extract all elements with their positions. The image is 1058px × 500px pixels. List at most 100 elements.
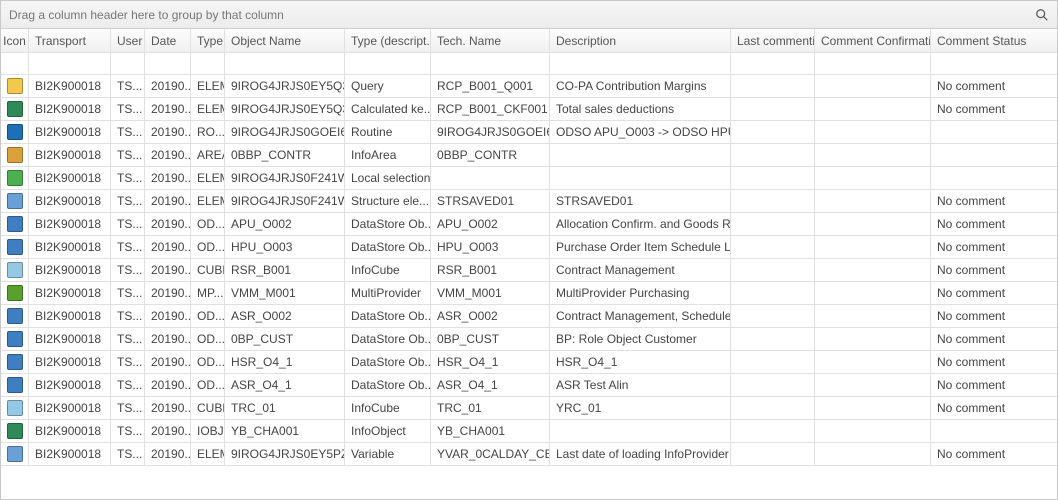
cell [731,374,815,396]
table-row[interactable]: BI2K900018TS...20190...IOBJYB_CHA001Info… [1,420,1057,443]
cell: VMM_M001 [431,282,550,304]
column-headers: Icon Transport User Date Type Object Nam… [1,29,1057,53]
table-row[interactable]: BI2K900018TS...20190...OD...0BP_CUSTData… [1,328,1057,351]
cell: YB_CHA001 [431,420,550,442]
query-icon [7,78,23,94]
cell: Contract Management, Schedule ... [550,305,731,327]
dso-icon [7,216,23,232]
header-object-name[interactable]: Object Name [225,29,345,52]
cell: 9IROG4JRJS0EY5Q3... [225,98,345,120]
header-type[interactable]: Type [191,29,225,52]
cell [731,75,815,97]
cell: BI2K900018 [29,328,111,350]
filter-comment-confirm[interactable] [817,55,928,73]
filter-transport[interactable] [31,55,108,73]
cell: BP: Role Object Customer [550,328,731,350]
table-row[interactable]: BI2K900018TS...20190...ELEM9IROG4JRJS0F2… [1,190,1057,213]
header-description[interactable]: Description [550,29,731,52]
header-icon[interactable]: Icon [1,29,29,52]
cube-icon [7,262,23,278]
filter-last-comment[interactable] [733,55,812,73]
header-transport[interactable]: Transport [29,29,111,52]
cell: BI2K900018 [29,75,111,97]
table-row[interactable]: BI2K900018TS...20190...OD...ASR_O4_1Data… [1,374,1057,397]
cell [815,282,931,304]
cell: Query [345,75,431,97]
cell [1,443,29,465]
cell [1,351,29,373]
cell: BI2K900018 [29,420,111,442]
table-row[interactable]: BI2K900018TS...20190...AREA0BBP_CONTRInf… [1,144,1057,167]
search-icon[interactable] [1035,8,1049,22]
cell [550,420,731,442]
filter-object-name[interactable] [227,55,342,73]
mprov-icon [7,285,23,301]
table-row[interactable]: BI2K900018TS...20190...MP...VMM_M001Mult… [1,282,1057,305]
table-row[interactable]: BI2K900018TS...20190...CUBETRC_01InfoCub… [1,397,1057,420]
cell: MultiProvider [345,282,431,304]
table-row[interactable]: BI2K900018TS...20190...RO...9IROG4JRJS0G… [1,121,1057,144]
cell: BI2K900018 [29,167,111,189]
cell [731,236,815,258]
cell: AREA [191,144,225,166]
table-row[interactable]: BI2K900018TS...20190...ELEM9IROG4JRJS0EY… [1,443,1057,466]
cell [931,420,1057,442]
cell: No comment [931,328,1057,350]
table-row[interactable]: BI2K900018TS...20190...OD...ASR_O002Data… [1,305,1057,328]
localSel-icon [7,170,23,186]
cell: MultiProvider Purchasing [550,282,731,304]
cell: TS... [111,328,145,350]
cell: No comment [931,259,1057,281]
cell: TS... [111,144,145,166]
cell: ELEM [191,75,225,97]
filter-tech-name[interactable] [433,55,547,73]
cell: InfoObject [345,420,431,442]
table-row[interactable]: BI2K900018TS...20190...ELEM9IROG4JRJS0EY… [1,98,1057,121]
table-row[interactable]: BI2K900018TS...20190...ELEM9IROG4JRJS0EY… [1,75,1057,98]
table-row[interactable]: BI2K900018TS...20190...OD...HSR_O4_1Data… [1,351,1057,374]
cell: IOBJ [191,420,225,442]
filter-type[interactable] [193,55,222,73]
cell: TS... [111,420,145,442]
cell: 20190... [145,213,191,235]
cell: TS... [111,190,145,212]
filter-icon[interactable] [3,55,26,73]
cell: 20190... [145,190,191,212]
filter-type-desc[interactable] [347,55,428,73]
cell: No comment [931,397,1057,419]
filter-description[interactable] [552,55,728,73]
cell: OD... [191,351,225,373]
cell: InfoCube [345,397,431,419]
filter-comment-status[interactable] [933,55,1055,73]
dso-icon [7,239,23,255]
cell: OD... [191,236,225,258]
header-user[interactable]: User [111,29,145,52]
cell [931,144,1057,166]
header-tech-name[interactable]: Tech. Name [431,29,550,52]
cell: Contract Management [550,259,731,281]
table-row[interactable]: BI2K900018TS...20190...OD...HPU_O003Data… [1,236,1057,259]
cell: No comment [931,236,1057,258]
header-last-comment[interactable]: Last commenti... [731,29,815,52]
cell [731,121,815,143]
cell: Routine [345,121,431,143]
calcKey-icon [7,101,23,117]
cell: 20190... [145,259,191,281]
table-row[interactable]: BI2K900018TS...20190...CUBERSR_B001InfoC… [1,259,1057,282]
cell: 20190... [145,75,191,97]
cell: TS... [111,397,145,419]
header-type-desc[interactable]: Type (descript... [345,29,431,52]
cell: 0BP_CUST [431,328,550,350]
filter-user[interactable] [113,55,142,73]
group-by-panel[interactable]: Drag a column header here to group by th… [1,1,1057,29]
filter-date[interactable] [147,55,188,73]
cell: Calculated ke... [345,98,431,120]
table-row[interactable]: BI2K900018TS...20190...OD...APU_O002Data… [1,213,1057,236]
header-date[interactable]: Date [145,29,191,52]
cell: DataStore Ob... [345,351,431,373]
table-row[interactable]: BI2K900018TS...20190...ELEM9IROG4JRJS0F2… [1,167,1057,190]
cell: 20190... [145,374,191,396]
header-comment-status[interactable]: Comment Status [931,29,1057,52]
header-comment-confirm[interactable]: Comment Confirmation [815,29,931,52]
cell: HSR_O4_1 [225,351,345,373]
